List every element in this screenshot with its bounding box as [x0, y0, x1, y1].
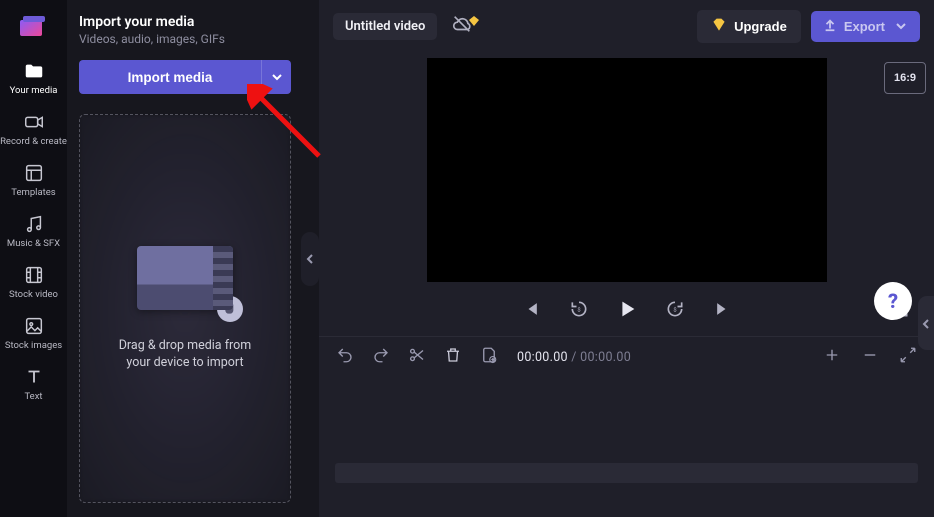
- help-button[interactable]: ?: [874, 282, 912, 320]
- svg-text:$: $: [673, 307, 676, 314]
- topbar: Untitled video Upgrade Export: [319, 0, 934, 52]
- file-plus-icon: [480, 346, 498, 368]
- forward-button[interactable]: $: [663, 299, 687, 323]
- redo-button[interactable]: [371, 347, 391, 367]
- diamond-icon: [711, 17, 727, 36]
- play-button[interactable]: [615, 299, 639, 323]
- plus-icon: [823, 346, 841, 368]
- timeline-track[interactable]: [335, 463, 918, 483]
- hand-drag-icon: [217, 296, 243, 322]
- export-button[interactable]: Export: [811, 11, 920, 42]
- split-button[interactable]: [407, 347, 427, 367]
- chevron-left-icon: [921, 314, 931, 333]
- chevron-down-icon: [272, 70, 282, 85]
- premium-diamond-icon: [469, 11, 479, 21]
- project-title-input[interactable]: Untitled video: [333, 13, 437, 40]
- expand-right-panel-button[interactable]: [918, 296, 934, 350]
- fit-icon: [899, 346, 917, 368]
- rail-templates[interactable]: Templates: [0, 158, 67, 209]
- fit-timeline-button[interactable]: [898, 347, 918, 367]
- chevron-down-icon: [892, 19, 906, 34]
- media-dropzone[interactable]: Drag & drop media from your device to im…: [79, 114, 291, 503]
- media-panel: Import your media Videos, audio, images,…: [67, 0, 305, 517]
- rail-label: Record & create: [0, 137, 67, 148]
- undo-icon: [336, 346, 354, 368]
- text-icon: [23, 366, 45, 388]
- scissors-icon: [408, 346, 426, 368]
- aspect-ratio-button[interactable]: 16:9: [884, 62, 926, 94]
- dropzone-text: Drag & drop media from your device to im…: [119, 338, 252, 372]
- panel-divider: [305, 0, 319, 517]
- rail-record-create[interactable]: Record & create: [0, 107, 67, 158]
- rail-text[interactable]: Text: [0, 362, 67, 413]
- upgrade-label: Upgrade: [734, 19, 787, 34]
- svg-text:$: $: [577, 307, 580, 314]
- zoom-in-button[interactable]: [822, 347, 842, 367]
- upgrade-button[interactable]: Upgrade: [697, 10, 801, 43]
- rail-label: Templates: [11, 188, 55, 199]
- timecode: 00:00.00 / 00:00.00: [517, 350, 631, 365]
- rail-label: Stock video: [9, 290, 58, 301]
- dropzone-thumb-icon: [137, 246, 233, 310]
- import-media-dropdown[interactable]: [261, 60, 291, 94]
- skip-back-icon: [521, 299, 541, 323]
- app-logo: [20, 16, 48, 36]
- rewind-button[interactable]: $: [567, 299, 591, 323]
- skip-back-button[interactable]: [519, 299, 543, 323]
- export-label: Export: [844, 19, 885, 34]
- cloud-sync-button[interactable]: [447, 11, 477, 41]
- rail-your-media[interactable]: Your media: [0, 56, 67, 107]
- trash-icon: [444, 346, 462, 368]
- rail-stock-images[interactable]: Stock images: [0, 311, 67, 362]
- player-controls: $ $: [319, 286, 934, 336]
- rail-label: Music & SFX: [7, 239, 60, 250]
- film-icon: [23, 264, 45, 286]
- panel-title: Import your media: [79, 14, 291, 30]
- templates-icon: [23, 162, 45, 184]
- preview-canvas[interactable]: [427, 58, 827, 282]
- play-icon: [616, 298, 638, 324]
- folder-icon: [23, 60, 45, 82]
- zoom-out-button[interactable]: [860, 347, 880, 367]
- duplicate-button[interactable]: [479, 347, 499, 367]
- rail-stock-video[interactable]: Stock video: [0, 260, 67, 311]
- preview-stage-wrap: 16:9: [319, 52, 934, 282]
- collapse-panel-button[interactable]: [301, 232, 319, 286]
- music-icon: [23, 213, 45, 235]
- rail-label: Stock images: [5, 341, 62, 352]
- rail-label: Your media: [10, 86, 58, 97]
- redo-icon: [372, 346, 390, 368]
- delete-button[interactable]: [443, 347, 463, 367]
- forward-icon: $: [665, 299, 685, 323]
- panel-subtitle: Videos, audio, images, GIFs: [79, 32, 291, 46]
- skip-forward-button[interactable]: [711, 299, 735, 323]
- rail-music-sfx[interactable]: Music & SFX: [0, 209, 67, 260]
- undo-button[interactable]: [335, 347, 355, 367]
- camera-icon: [23, 111, 45, 133]
- rail-label: Text: [24, 392, 42, 403]
- rewind-icon: $: [569, 299, 589, 323]
- timeline: 00:00.00 / 00:00.00: [319, 336, 934, 517]
- image-icon: [23, 315, 45, 337]
- import-media-button[interactable]: Import media: [79, 60, 261, 94]
- upload-icon: [823, 18, 837, 35]
- left-rail: Your media Record & create Templates Mus…: [0, 0, 67, 517]
- chevron-left-icon: [305, 249, 315, 268]
- minus-icon: [861, 346, 879, 368]
- editor-main: Untitled video Upgrade Export 16:9: [319, 0, 934, 517]
- skip-forward-icon: [713, 299, 733, 323]
